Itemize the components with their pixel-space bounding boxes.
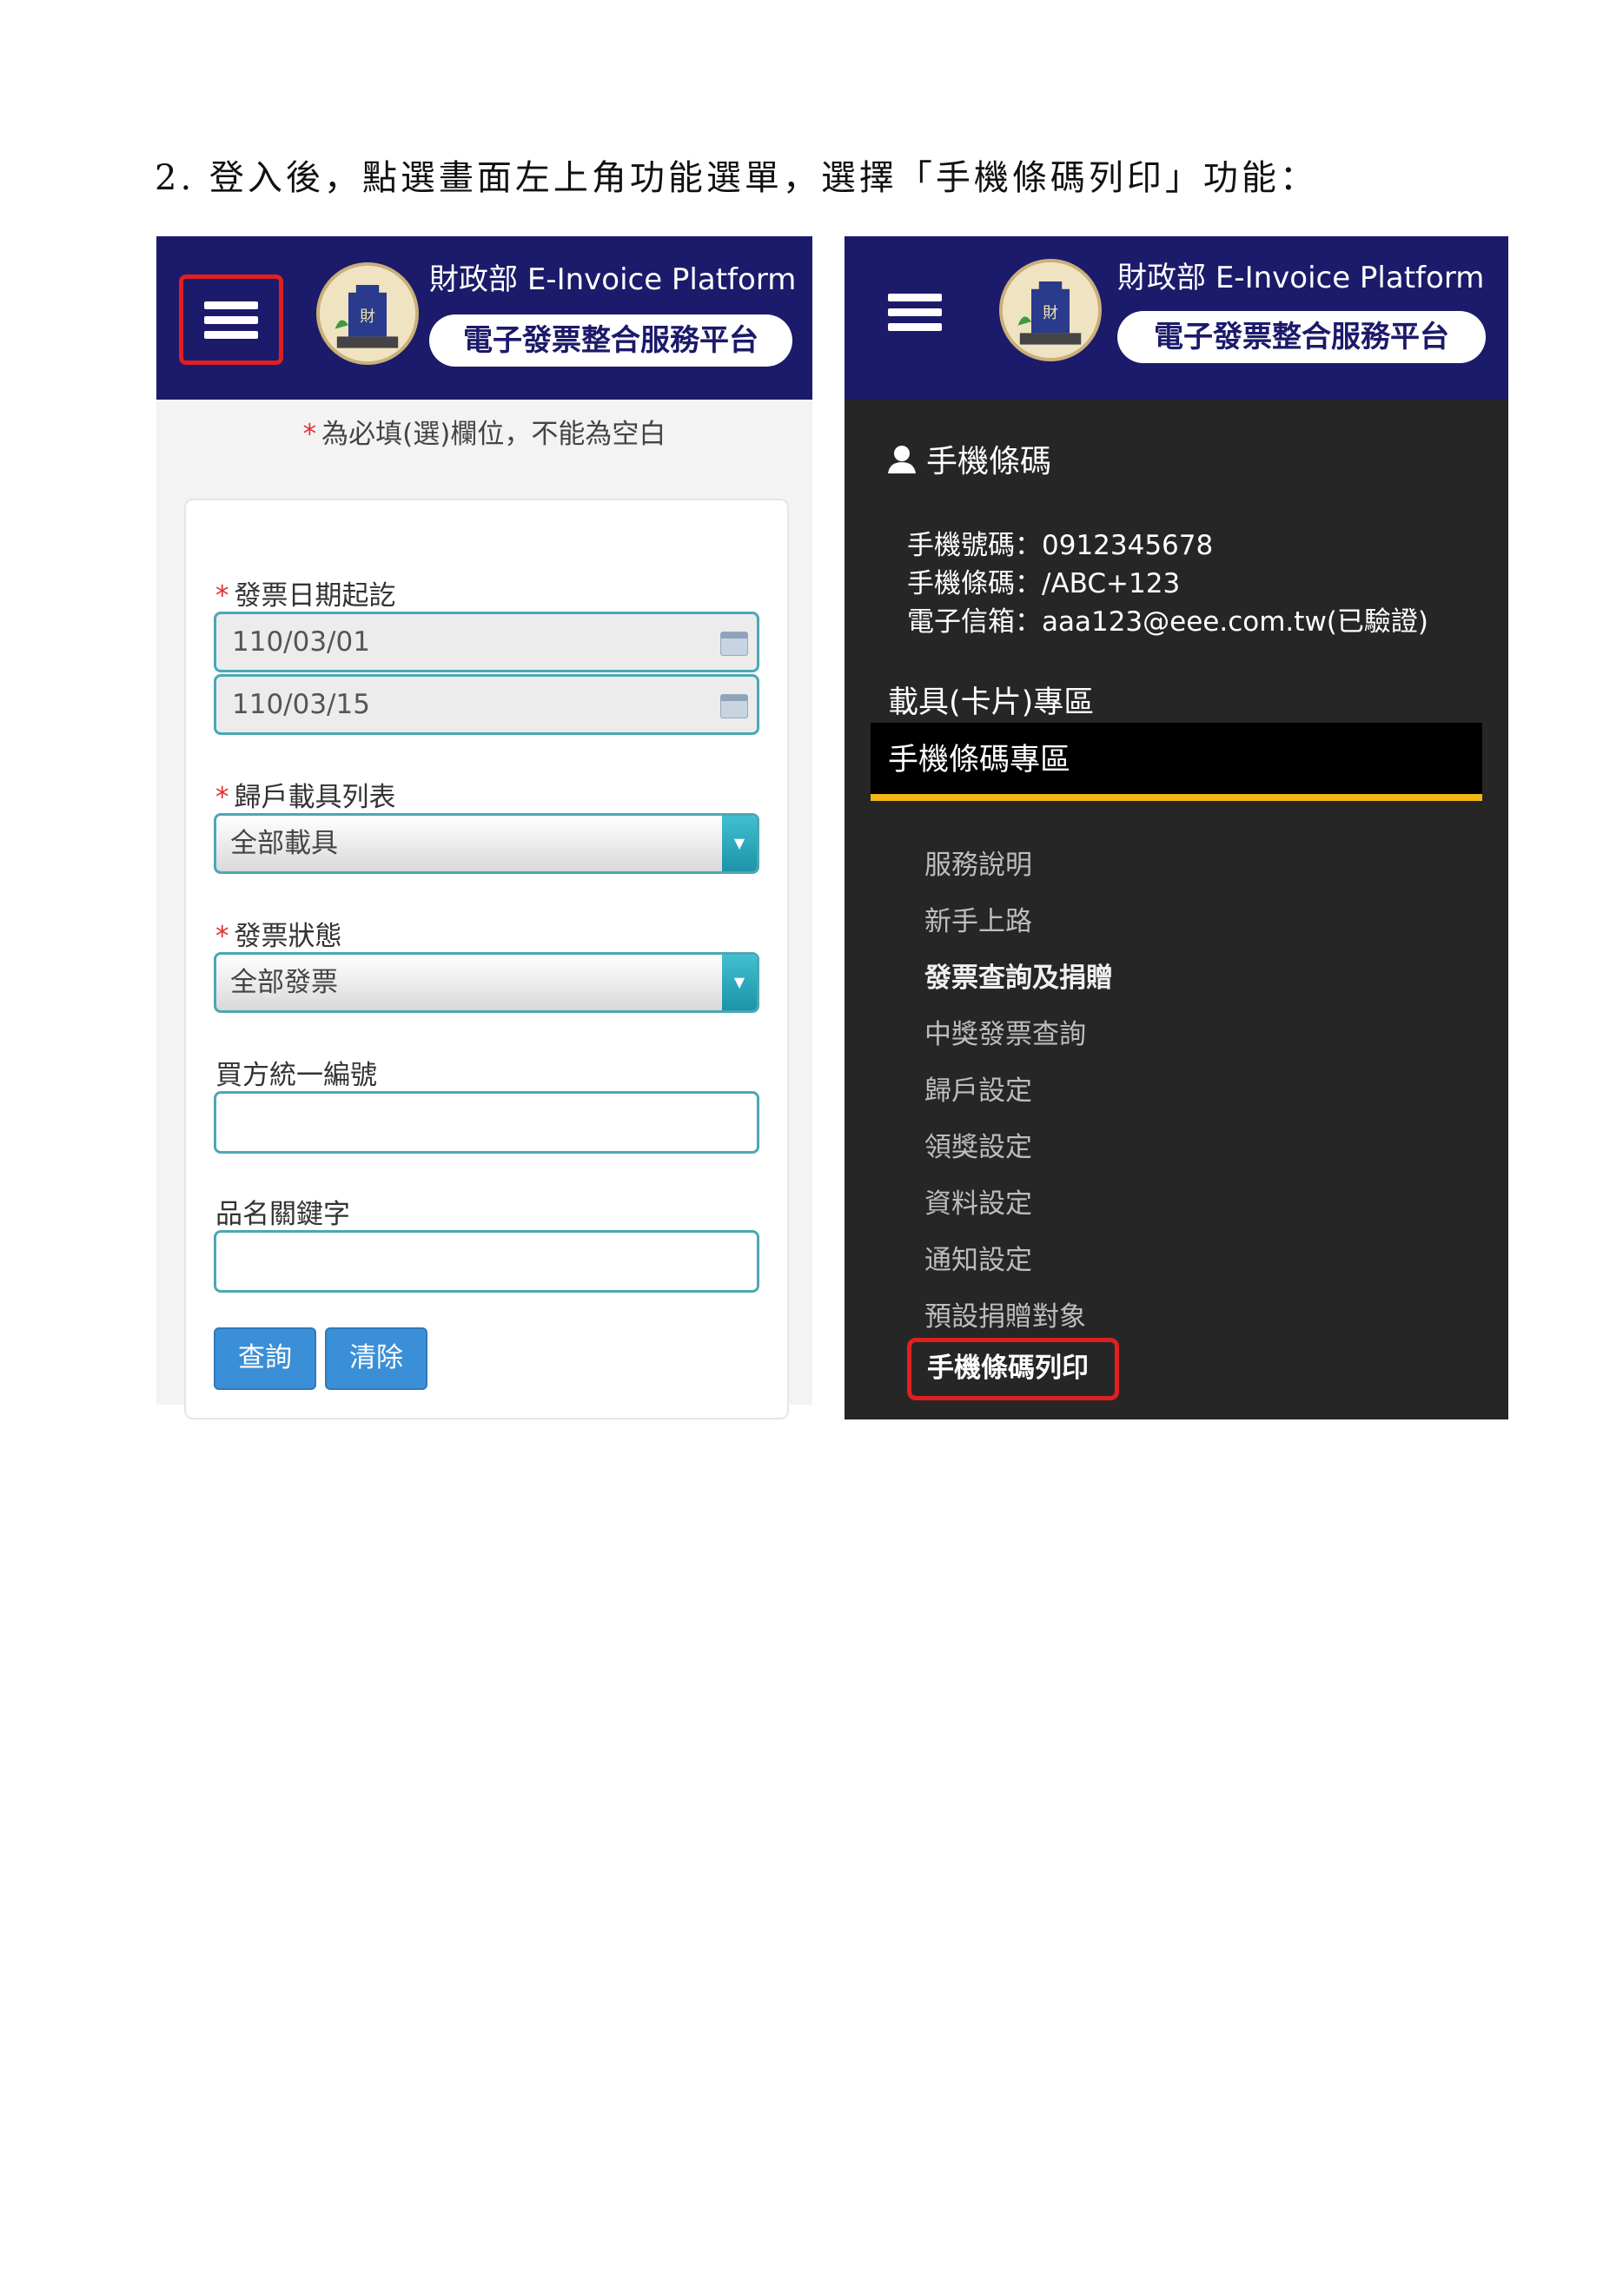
required-mark: * bbox=[215, 782, 229, 813]
menu-item-invoice-query[interactable]: 發票查詢及捐贈 bbox=[924, 956, 1113, 995]
mobile-barcode: 手機條碼：/ABC+123 bbox=[907, 568, 1181, 599]
status-select[interactable]: 全部發票 ▼ bbox=[214, 952, 759, 1013]
brand-title: 財政部 E-Invoice Platform bbox=[429, 255, 796, 298]
required-note: * 為必填(選)欄位，不能為空白 bbox=[156, 412, 812, 451]
date-start-value: 110/03/01 bbox=[232, 626, 370, 658]
calendar-icon[interactable] bbox=[720, 694, 748, 718]
date-start-input[interactable]: 110/03/01 bbox=[214, 612, 759, 672]
buyer-id-input[interactable] bbox=[214, 1091, 759, 1154]
email-address: 電子信箱：aaa123@eee.com.tw(已驗證) bbox=[907, 606, 1428, 638]
carrier-select[interactable]: 全部載具 ▼ bbox=[214, 813, 759, 874]
section-mobile-zone-label: 手機條碼專區 bbox=[888, 743, 1071, 777]
section-card-zone[interactable]: 載具(卡片)專區 bbox=[888, 678, 1094, 722]
menu-item-getting-started[interactable]: 新手上路 bbox=[924, 899, 1032, 938]
logo-glyph: 財 bbox=[1043, 305, 1058, 322]
invoice-date-label-text: 發票日期起訖 bbox=[234, 580, 396, 612]
menu-item-notify-settings[interactable]: 通知設定 bbox=[924, 1238, 1032, 1277]
phone-number: 手機號碼：0912345678 bbox=[907, 530, 1214, 561]
menu-item-default-donation[interactable]: 預設捐贈對象 bbox=[924, 1294, 1086, 1333]
clear-button[interactable]: 清除 bbox=[325, 1327, 427, 1390]
query-form: * 發票日期起訖 110/03/01 110/03/15 * 歸戶載具列表 全部載具… bbox=[184, 499, 789, 1419]
date-end-value: 110/03/15 bbox=[232, 689, 370, 720]
left-screenshot: 財 財政部 E-Invoice Platform 電子發票整合服務平台 * 為必填… bbox=[156, 236, 812, 1419]
section-mobile-zone[interactable]: 手機條碼專區 bbox=[871, 723, 1482, 801]
profile-title-text: 手機條碼 bbox=[926, 444, 1052, 480]
carrier-label-text: 歸戶載具列表 bbox=[234, 782, 396, 813]
user-icon bbox=[888, 446, 916, 473]
menu-item-barcode-print[interactable]: 手機條碼列印 bbox=[907, 1338, 1119, 1400]
brand-title-en: E-Invoice Platform bbox=[1215, 261, 1485, 295]
logo-glyph: 財 bbox=[360, 308, 375, 326]
carrier-select-value: 全部載具 bbox=[230, 828, 338, 859]
status-select-value: 全部發票 bbox=[230, 967, 338, 998]
brand-subtitle: 電子發票整合服務平台 bbox=[1117, 311, 1486, 363]
calendar-icon[interactable] bbox=[720, 632, 748, 656]
right-screenshot: 財 財政部 E-Invoice Platform 電子發票整合服務平台 手機條碼… bbox=[845, 236, 1508, 1419]
required-mark: * bbox=[215, 921, 229, 952]
menu-item-prize-settings[interactable]: 領獎設定 bbox=[924, 1125, 1032, 1164]
profile-title: 手機條碼 bbox=[886, 436, 1051, 481]
brand-title: 財政部 E-Invoice Platform bbox=[1117, 254, 1484, 296]
menu-item-carrier-settings[interactable]: 歸戶設定 bbox=[924, 1069, 1032, 1108]
keyword-input[interactable] bbox=[214, 1230, 759, 1293]
menu-highlight-box bbox=[179, 275, 283, 365]
required-mark: * bbox=[302, 419, 317, 450]
brand-subtitle: 電子發票整合服務平台 bbox=[429, 314, 792, 367]
menu-item-data-settings[interactable]: 資料設定 bbox=[924, 1181, 1032, 1221]
menu-item-service-info[interactable]: 服務說明 bbox=[924, 843, 1032, 882]
date-end-input[interactable]: 110/03/15 bbox=[214, 674, 759, 735]
query-button[interactable]: 查詢 bbox=[214, 1327, 316, 1390]
app-header: 財 財政部 E-Invoice Platform 電子發票整合服務平台 bbox=[156, 236, 812, 400]
ministry-logo-icon: 財 bbox=[316, 262, 419, 365]
brand-title-zh: 財政部 bbox=[429, 262, 518, 297]
invoice-date-label: * 發票日期起訖 bbox=[215, 573, 396, 612]
required-mark: * bbox=[215, 580, 229, 612]
status-label-text: 發票狀態 bbox=[234, 921, 342, 952]
buyer-id-label: 買方統一編號 bbox=[215, 1060, 377, 1091]
status-label: * 發票狀態 bbox=[215, 914, 342, 953]
carrier-label: * 歸戶載具列表 bbox=[215, 775, 396, 814]
instruction-caption: 2. 登入後，點選畫面左上角功能選單，選擇「手機條碼列印」功能： bbox=[155, 158, 1318, 198]
menu-item-winning-query[interactable]: 中獎發票查詢 bbox=[924, 1012, 1086, 1051]
app-header: 財 財政部 E-Invoice Platform 電子發票整合服務平台 bbox=[845, 236, 1508, 400]
ministry-logo-icon: 財 bbox=[999, 259, 1102, 361]
required-note-text: 為必填(選)欄位，不能為空白 bbox=[321, 419, 666, 450]
brand-title-zh: 財政部 bbox=[1117, 261, 1206, 295]
brand-title-en: E-Invoice Platform bbox=[527, 262, 797, 297]
dropdown-arrow-icon[interactable]: ▼ bbox=[722, 816, 757, 871]
hamburger-menu-icon[interactable] bbox=[888, 294, 942, 332]
keyword-label: 品名關鍵字 bbox=[215, 1199, 350, 1230]
dropdown-arrow-icon[interactable]: ▼ bbox=[722, 955, 757, 1010]
